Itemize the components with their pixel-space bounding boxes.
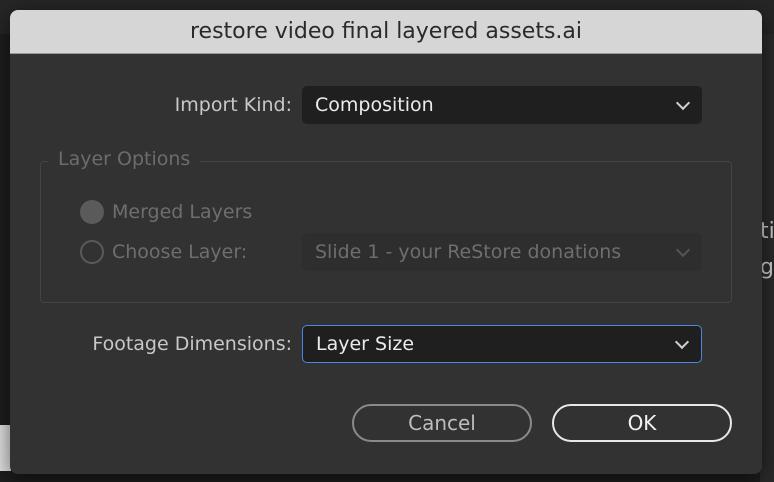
footage-dimensions-row: Footage Dimensions: [10, 325, 292, 363]
footage-dimensions-label: Footage Dimensions: [92, 333, 292, 355]
background-app-text: ti ge [760, 219, 774, 280]
chevron-down-icon [674, 334, 690, 349]
layer-options-group [40, 161, 732, 303]
dialog-titlebar[interactable]: restore video final layered assets.ai [10, 10, 762, 54]
ok-button-label: OK [627, 411, 657, 435]
layer-options-legend: Layer Options [48, 148, 201, 170]
import-kind-dropdown[interactable]: Composition [302, 86, 702, 124]
import-dialog: restore video final layered assets.ai Im… [10, 10, 762, 474]
ok-button[interactable]: OK [552, 404, 732, 442]
cancel-button-label: Cancel [408, 411, 476, 435]
dialog-title: restore video final layered assets.ai [189, 19, 583, 44]
merged-layers-radio[interactable]: Merged Layers [80, 200, 252, 224]
import-kind-label: Import Kind: [174, 94, 292, 116]
choose-layer-dropdown[interactable]: Slide 1 - your ReStore donations [302, 233, 702, 271]
chevron-down-icon [675, 95, 691, 110]
import-kind-row: Import Kind: [10, 86, 292, 124]
choose-layer-radio[interactable]: Choose Layer: [80, 240, 247, 264]
choose-layer-label: Choose Layer: [112, 241, 248, 263]
radio-unselected-icon [80, 240, 104, 264]
chevron-down-icon [675, 242, 691, 257]
footage-dimensions-value: Layer Size [316, 333, 415, 355]
import-kind-value: Composition [315, 94, 434, 116]
radio-selected-icon [80, 200, 104, 224]
cancel-button[interactable]: Cancel [352, 404, 532, 442]
choose-layer-value: Slide 1 - your ReStore donations [315, 241, 622, 263]
footage-dimensions-dropdown[interactable]: Layer Size [302, 325, 702, 363]
merged-layers-label: Merged Layers [112, 201, 253, 223]
